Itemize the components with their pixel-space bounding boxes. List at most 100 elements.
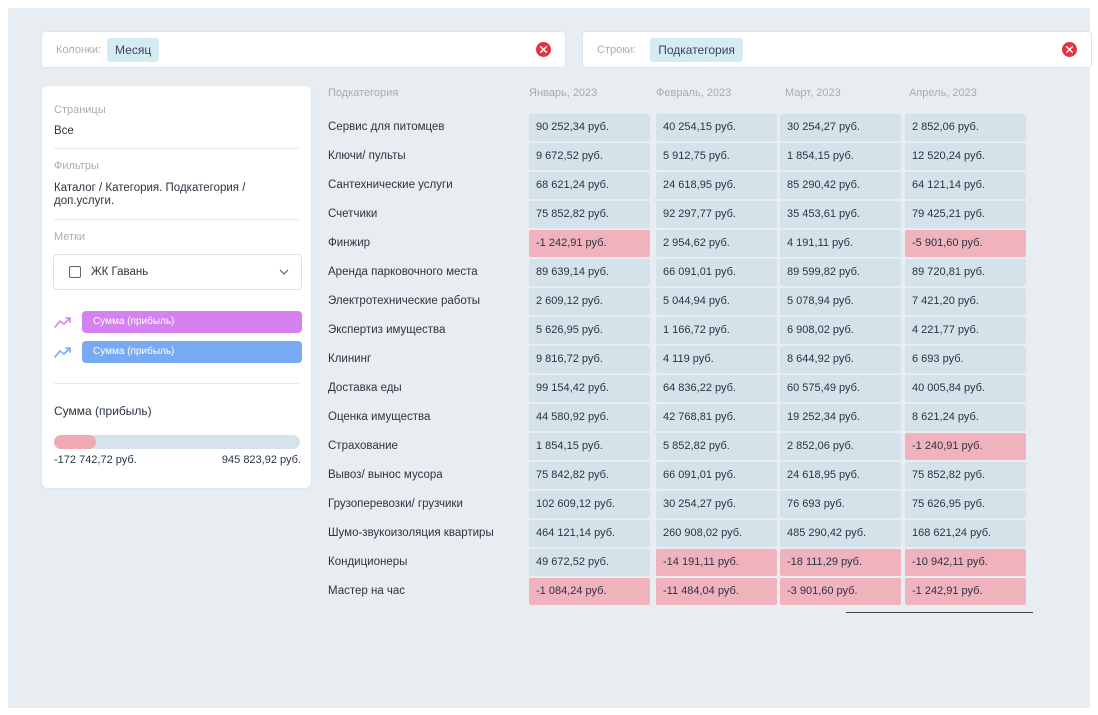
row-label: Аренда парковочного места (328, 266, 478, 278)
table-cell[interactable]: 19 252,34 руб. (780, 404, 901, 431)
row-label: Счетчики (328, 208, 378, 220)
table-cell[interactable]: 30 254,27 руб. (656, 491, 777, 518)
range-slider[interactable] (54, 435, 300, 449)
table-cell[interactable]: 1 854,15 руб. (780, 143, 901, 170)
table-cell[interactable]: 89 720,81 руб. (905, 259, 1026, 286)
table-cell[interactable]: -5 901,60 руб. (905, 230, 1026, 257)
table-cell[interactable]: 30 254,27 руб. (780, 114, 901, 141)
table-cell[interactable]: -1 242,91 руб. (905, 578, 1026, 605)
metric-pill[interactable]: Сумма (прибыль) (82, 341, 302, 363)
table-cell[interactable]: 44 580,92 руб. (529, 404, 650, 431)
table-cell[interactable]: 66 091,01 руб. (656, 462, 777, 489)
range-max: 945 823,92 руб. (221, 454, 301, 466)
table-cell[interactable]: 1 166,72 руб. (656, 317, 777, 344)
table-cell[interactable]: 5 626,95 руб. (529, 317, 650, 344)
table-cell[interactable]: 4 221,77 руб. (905, 317, 1026, 344)
table-cell[interactable]: 79 425,21 руб. (905, 201, 1026, 228)
rows-chip[interactable]: Подкатегория (650, 37, 743, 62)
table-cell[interactable]: 2 852,06 руб. (780, 433, 901, 460)
table-cell[interactable]: 2 954,62 руб. (656, 230, 777, 257)
clear-columns-button[interactable] (536, 42, 551, 57)
column-header-apr[interactable]: Апрель, 2023 (909, 87, 977, 99)
columns-filter-bar[interactable]: Колонки: Месяц (41, 31, 566, 68)
table-cell[interactable]: 7 421,20 руб. (905, 288, 1026, 315)
row-label: Финжир (328, 237, 371, 249)
row-label: Вывоз/ вынос мусора (328, 469, 443, 481)
table-cell[interactable]: 6 908,02 руб. (780, 317, 901, 344)
tags-label: Метки (54, 231, 86, 243)
metric-pill[interactable]: Сумма (прибыль) (82, 311, 302, 333)
table-cell[interactable]: 9 672,52 руб. (529, 143, 650, 170)
range-slider-fill[interactable] (54, 435, 96, 449)
table-cell[interactable]: 99 154,42 руб. (529, 375, 650, 402)
table-cell[interactable]: 485 290,42 руб. (780, 520, 901, 547)
filters-value[interactable]: Каталог / Категория. Подкатегория / доп.… (54, 182, 284, 208)
table-cell[interactable]: 5 852,82 руб. (656, 433, 777, 460)
metric-row[interactable]: Сумма (прибыль) (54, 311, 302, 333)
table-cell[interactable]: 8 621,24 руб. (905, 404, 1026, 431)
table-cell[interactable]: 66 091,01 руб. (656, 259, 777, 286)
table-cell[interactable]: 168 621,24 руб. (905, 520, 1026, 547)
pages-value[interactable]: Все (54, 125, 74, 138)
table-cell[interactable]: 76 693 руб. (780, 491, 901, 518)
table-cell[interactable]: 4 119 руб. (656, 346, 777, 373)
table-cell[interactable]: 35 453,61 руб. (780, 201, 901, 228)
table-cell[interactable]: 40 254,15 руб. (656, 114, 777, 141)
columns-chip[interactable]: Месяц (107, 37, 160, 62)
table-cell[interactable]: 64 836,22 руб. (656, 375, 777, 402)
table-cell[interactable]: 92 297,77 руб. (656, 201, 777, 228)
column-header-jan[interactable]: Январь, 2023 (529, 87, 597, 99)
table-cell[interactable]: 89 639,14 руб. (529, 259, 650, 286)
table-cell[interactable]: 85 290,42 руб. (780, 172, 901, 199)
table-cell[interactable]: 49 672,52 руб. (529, 549, 650, 576)
horizontal-scrollbar[interactable] (846, 612, 1033, 613)
metric-row[interactable]: Сумма (прибыль) (54, 341, 302, 363)
column-header-mar[interactable]: Март, 2023 (785, 87, 841, 99)
table-cell[interactable]: 2 852,06 руб. (905, 114, 1026, 141)
table-cell[interactable]: 90 252,34 руб. (529, 114, 650, 141)
table-cell[interactable]: -3 901,60 руб. (780, 578, 901, 605)
table-cell[interactable]: 24 618,95 руб. (656, 172, 777, 199)
table-cell[interactable]: 1 854,15 руб. (529, 433, 650, 460)
table-cell[interactable]: -1 084,24 руб. (529, 578, 650, 605)
column-header-feb[interactable]: Февраль, 2023 (656, 87, 731, 99)
table-cell[interactable]: -18 111,29 руб. (780, 549, 901, 576)
trend-up-icon (54, 317, 71, 328)
table-cell[interactable]: -1 242,91 руб. (529, 230, 650, 257)
pivot-table-app: Колонки: Месяц Строки: Подкатегория Стра… (8, 8, 1092, 708)
table-cell[interactable]: 2 609,12 руб. (529, 288, 650, 315)
clear-rows-button[interactable] (1062, 42, 1077, 57)
table-cell[interactable]: 102 609,12 руб. (529, 491, 650, 518)
table-cell[interactable]: 5 044,94 руб. (656, 288, 777, 315)
tags-dropdown[interactable]: ЖК Гавань (53, 254, 302, 290)
table-cell[interactable]: -14 191,11 руб. (656, 549, 777, 576)
table-cell[interactable]: 5 912,75 руб. (656, 143, 777, 170)
table-cell[interactable]: 75 852,82 руб. (529, 201, 650, 228)
table-cell[interactable]: 75 842,82 руб. (529, 462, 650, 489)
tag-checkbox[interactable] (69, 266, 81, 278)
table-cell[interactable]: 24 618,95 руб. (780, 462, 901, 489)
table-cell[interactable]: 8 644,92 руб. (780, 346, 901, 373)
table-cell[interactable]: 89 599,82 руб. (780, 259, 901, 286)
table-cell[interactable]: 4 191,11 руб. (780, 230, 901, 257)
table-cell[interactable]: 40 005,84 руб. (905, 375, 1026, 402)
table-cell[interactable]: -10 942,11 руб. (905, 549, 1026, 576)
rows-filter-bar[interactable]: Строки: Подкатегория (582, 31, 1092, 68)
column-header-subcategory[interactable]: Подкатегория (328, 87, 398, 99)
table-cell[interactable]: 6 693 руб. (905, 346, 1026, 373)
table-cell[interactable]: -1 240,91 руб. (905, 433, 1026, 460)
table-cell[interactable]: 75 626,95 руб. (905, 491, 1026, 518)
table-cell[interactable]: 464 121,14 руб. (529, 520, 650, 547)
table-cell[interactable]: 42 768,81 руб. (656, 404, 777, 431)
table-cell[interactable]: 75 852,82 руб. (905, 462, 1026, 489)
table-cell[interactable]: 260 908,02 руб. (656, 520, 777, 547)
table-cell[interactable]: -11 484,04 руб. (656, 578, 777, 605)
table-cell[interactable]: 68 621,24 руб. (529, 172, 650, 199)
table-cell[interactable]: 9 816,72 руб. (529, 346, 650, 373)
table-cell[interactable]: 64 121,14 руб. (905, 172, 1026, 199)
table-cell[interactable]: 5 078,94 руб. (780, 288, 901, 315)
table-cell[interactable]: 12 520,24 руб. (905, 143, 1026, 170)
close-icon (540, 46, 547, 53)
row-label: Мастер на час (328, 585, 406, 597)
table-cell[interactable]: 60 575,49 руб. (780, 375, 901, 402)
